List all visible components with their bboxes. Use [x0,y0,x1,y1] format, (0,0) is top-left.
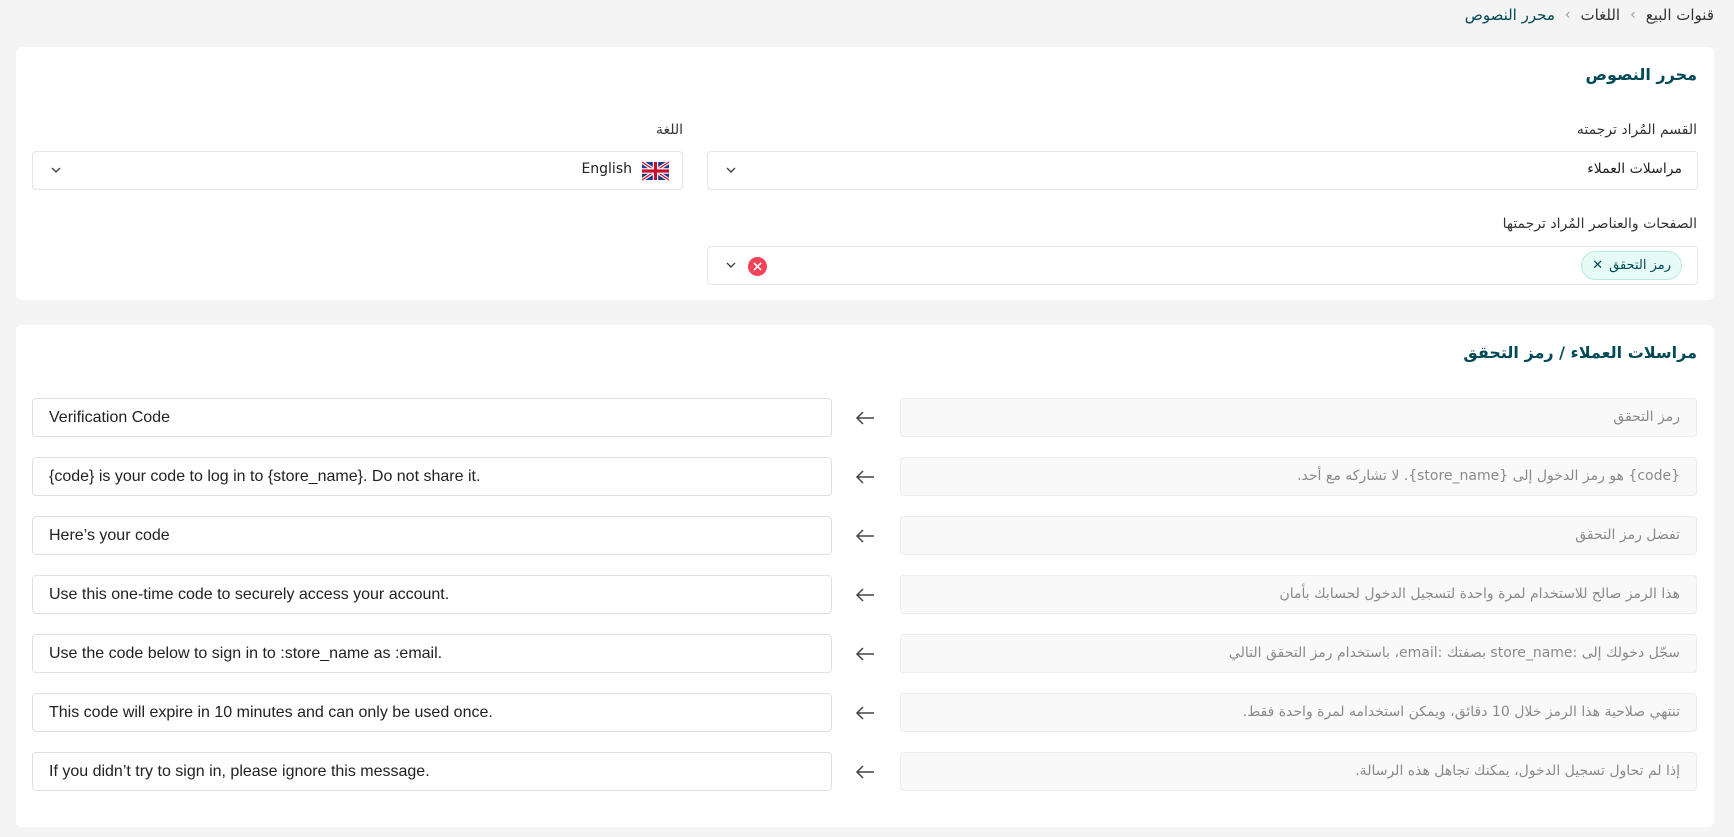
chevron-down-icon [726,262,736,268]
source-text: رمز التحقق [900,398,1697,437]
translation-row: Use this one-time code to securely acces… [16,575,1714,615]
translation-row: Verification Code رمز التحقق [16,398,1714,438]
arrow-left-icon [855,411,874,425]
translation-row: Use the code below to sign in to :store_… [16,634,1714,674]
pages-label: الصفحات والعناصر المُراد ترجمتها [1502,216,1697,232]
source-text: هذا الرمز صالح للاستخدام لمرة واحدة لتسج… [900,575,1697,614]
selected-chip[interactable]: رمز التحقق ✕ [1581,251,1682,280]
chip-label: رمز التحقق [1609,258,1671,273]
translations-title: مراسلات العملاء / رمز التحقق [1463,343,1697,362]
translation-input[interactable]: Here’s your code [32,516,832,555]
arrow-left-icon [855,706,874,720]
source-text: تنتهي صلاحية هذا الرمز خلال 10 دقائق، وي… [900,693,1697,732]
translations-card: مراسلات العملاء / رمز التحقق Verificatio… [16,325,1714,827]
section-label: القسم المُراد ترجمته [1576,122,1697,138]
source-text: إذا لم تحاول تسجيل الدخول، يمكنك تجاهل ه… [900,752,1697,791]
translation-input[interactable]: Verification Code [32,398,832,437]
arrow-left-icon [855,647,874,661]
section-select[interactable]: مراسلات العملاء [707,151,1698,190]
arrow-left-icon [855,588,874,602]
source-text: تفضل رمز التحقق [900,516,1697,555]
translation-row: If you didn’t try to sign in, please ign… [16,752,1714,792]
translation-input[interactable]: Use the code below to sign in to :store_… [32,634,832,673]
chevron-down-icon [726,167,736,173]
clear-selection-icon[interactable] [748,257,767,276]
uk-flag-icon [642,161,669,181]
arrow-left-icon [855,529,874,543]
translation-input[interactable]: This code will expire in 10 minutes and … [32,693,832,732]
translation-input[interactable]: Use this one-time code to securely acces… [32,575,832,614]
breadcrumb-sales-channels[interactable]: قنوات البيع [1646,6,1714,24]
card-title: محرر النصوص [1585,65,1697,84]
pages-multiselect[interactable]: رمز التحقق ✕ [707,246,1698,285]
source-text: سجّل دخولك إلى :store_name بصفتك :email،… [900,634,1697,673]
chevron-left-icon: › [1630,7,1636,23]
chevron-left-icon: › [1564,7,1571,23]
breadcrumb-languages[interactable]: اللغات [1580,6,1620,24]
arrow-left-icon [855,470,874,484]
translation-row: {code} is your code to log in to {store_… [16,457,1714,497]
editor-settings-card: محرر النصوص القسم المُراد ترجمته مراسلات… [16,47,1714,300]
translation-row: Here’s your code تفضل رمز التحقق [16,516,1714,556]
source-text: {code} هو رمز الدخول إلى {store_name}. ل… [900,457,1697,496]
language-select[interactable]: English [32,151,683,190]
chevron-down-icon [51,167,61,173]
translation-row: This code will expire in 10 minutes and … [16,693,1714,733]
arrow-left-icon [855,765,874,779]
section-select-value: مراسلات العملاء [1587,161,1682,177]
translation-input[interactable]: If you didn’t try to sign in, please ign… [32,752,832,791]
breadcrumb: قنوات البيع › اللغات › محرر النصوص [1465,6,1714,24]
language-select-value: English [581,161,632,177]
language-label: اللغة [655,122,683,138]
translation-input[interactable]: {code} is your code to log in to {store_… [32,457,832,496]
remove-chip-icon[interactable]: ✕ [1592,259,1603,272]
breadcrumb-current: محرر النصوص [1464,6,1555,24]
